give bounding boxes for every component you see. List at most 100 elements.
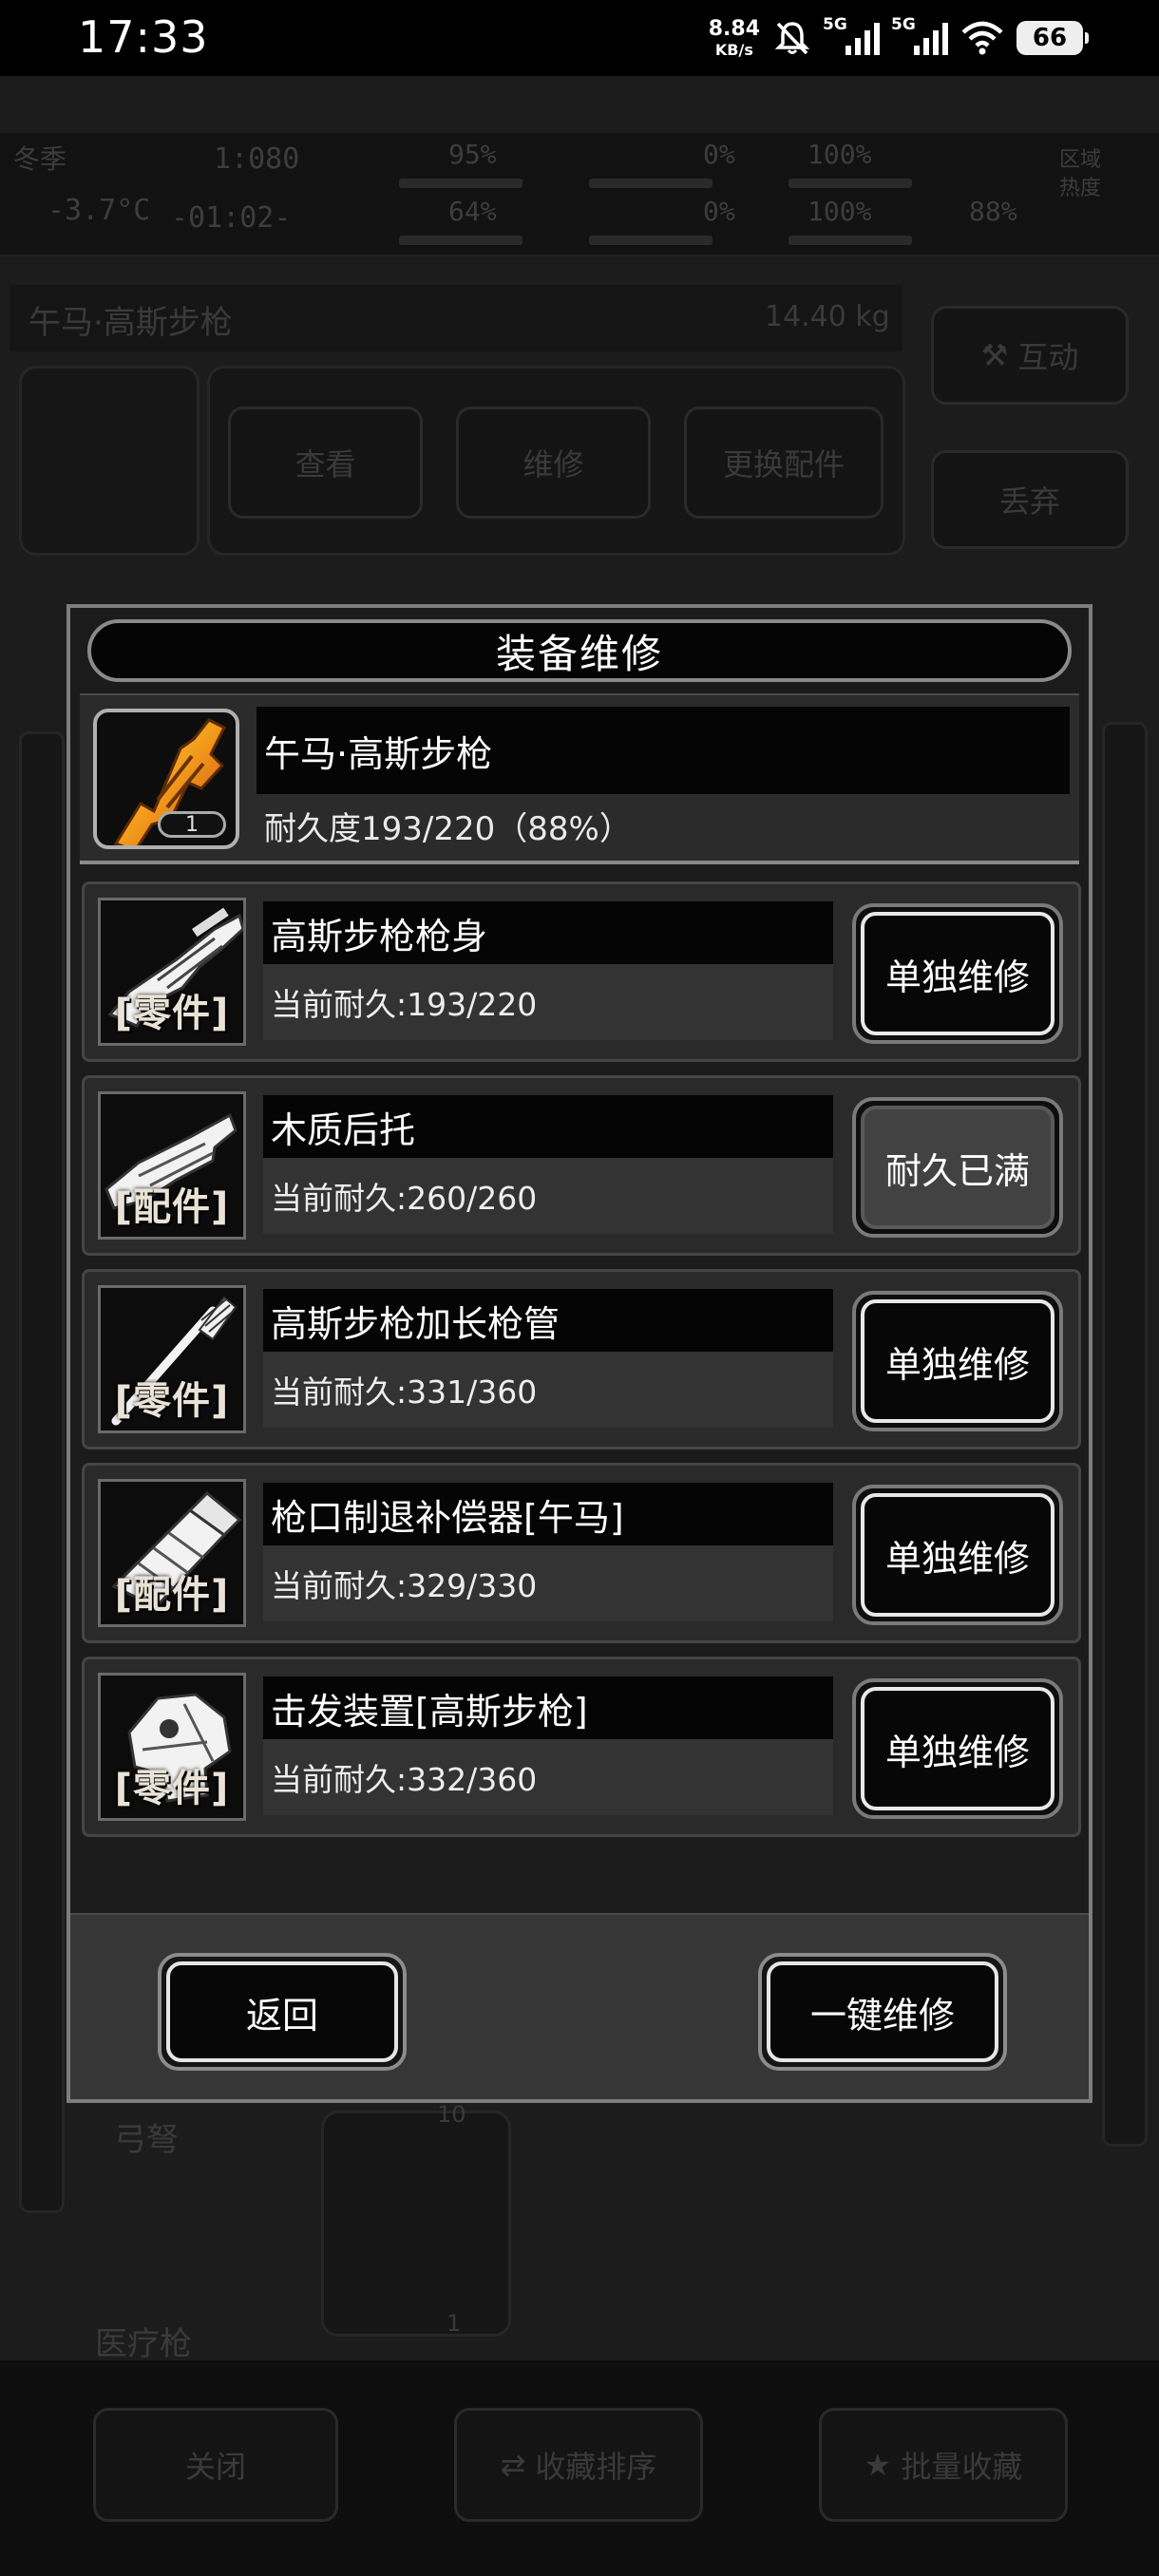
- parts-list: [零件] 高斯步枪枪身 当前耐久:193/220 单独维修 [配件] 木质后托 …: [82, 881, 1081, 1850]
- signal-icon: 5G: [891, 15, 948, 55]
- back-button-label: 返回: [166, 1961, 398, 2062]
- dialog-title: 装备维修: [495, 630, 663, 677]
- bg-item-title-bar: 午马·高斯步枪 14.40 kg: [10, 285, 902, 351]
- gauss-rifle-icon[interactable]: 1: [93, 709, 239, 849]
- bg-side-medgun: 医疗枪: [95, 2325, 192, 2363]
- hud-timer: -01:02-: [171, 201, 292, 235]
- hud-stat: 100%: [808, 139, 872, 170]
- hammer-icon: ⚒: [980, 337, 1009, 373]
- part-name: 枪口制退补偿器[午马]: [263, 1483, 833, 1545]
- repair-part-label: 单独维修: [861, 1299, 1054, 1423]
- bg-bottom-bar: 关闭 ⇄ 收藏排序 ★ 批量收藏: [0, 2360, 1159, 2576]
- part-durability: 当前耐久:193/220: [263, 964, 833, 1040]
- repair-part-button[interactable]: 单独维修: [852, 1678, 1063, 1819]
- bg-interact-label: 互动: [1017, 339, 1079, 375]
- arrows-icon: ⇄: [500, 2447, 526, 2483]
- bg-item-weight: 14.40 kg: [765, 300, 890, 333]
- hud-bar: [589, 179, 712, 188]
- repair-all-button[interactable]: 一键维修: [758, 1953, 1007, 2071]
- part-durability: 当前耐久:260/260: [263, 1158, 833, 1234]
- hud-bar: [788, 179, 912, 188]
- part-durability: 当前耐久:332/360: [263, 1739, 833, 1815]
- part-name: 击发装置[高斯步枪]: [263, 1676, 833, 1739]
- muzzle-brake-icon[interactable]: [配件]: [98, 1479, 246, 1627]
- hud-bar: [788, 236, 912, 245]
- bg-sort-button: ⇄ 收藏排序: [454, 2408, 703, 2522]
- part-name: 木质后托: [263, 1095, 833, 1158]
- hud-stat: 0%: [703, 139, 735, 170]
- durability-full-label: 耐久已满: [861, 1106, 1054, 1229]
- part-name: 高斯步枪加长枪管: [263, 1289, 833, 1352]
- part-row: [配件] 木质后托 当前耐久:260/260 耐久已满: [82, 1075, 1081, 1256]
- battery-icon: 66: [1016, 21, 1089, 55]
- part-durability: 当前耐久:329/330: [263, 1545, 833, 1621]
- bg-slot-count: 1: [446, 2310, 462, 2337]
- dialog-footer: 返回 一键维修: [70, 1913, 1089, 2099]
- dialog-title-bar: 装备维修: [87, 619, 1072, 682]
- repair-part-label: 单独维修: [861, 1493, 1054, 1617]
- status-bar: 17:33 8.84 KB/s 5G 5G 66: [0, 0, 1159, 76]
- hud-season: 冬季: [13, 143, 67, 175]
- bg-inventory-slot: [321, 2111, 511, 2337]
- part-tag: [零件]: [114, 1767, 230, 1810]
- bg-sort-label: 收藏排序: [535, 2449, 657, 2485]
- hud-stat: 95%: [448, 139, 497, 170]
- status-time: 17:33: [78, 11, 209, 63]
- item-durability: 耐久度193/220（88%）: [256, 794, 1070, 857]
- hud-temperature: -3.7°C: [48, 194, 151, 227]
- hud-zone-heat: 区域热度: [1059, 148, 1102, 200]
- hud-bar: [589, 236, 712, 245]
- part-row: [配件] 枪口制退补偿器[午马] 当前耐久:329/330 单独维修: [82, 1463, 1081, 1643]
- bg-side-crossbow: 弓弩: [114, 2121, 179, 2159]
- bg-stack-count: 10: [437, 2101, 466, 2128]
- wifi-icon: [961, 21, 1003, 55]
- repair-part-button[interactable]: 单独维修: [852, 1291, 1063, 1431]
- bg-batch-button: ★ 批量收藏: [819, 2408, 1068, 2522]
- bg-interact-button: ⚒ 互动: [931, 306, 1129, 405]
- network-speed: 8.84 KB/s: [708, 16, 760, 59]
- network-speed-value: 8.84: [708, 16, 760, 41]
- back-button[interactable]: 返回: [158, 1953, 407, 2071]
- bg-discard-button: 丢弃: [931, 450, 1129, 549]
- network-speed-unit: KB/s: [714, 40, 753, 59]
- part-tag: [配件]: [114, 1185, 230, 1229]
- hud-bar: 冬季 -3.7°C 1:080 -01:02- 95% 64% 0% 0% 10…: [0, 133, 1159, 256]
- bg-view-button: 查看: [228, 407, 423, 519]
- bg-item-title: 午马·高斯步枪: [28, 304, 233, 342]
- bg-swap-button: 更换配件: [684, 407, 884, 519]
- part-row: [零件] 高斯步枪加长枪管 当前耐久:331/360 单独维修: [82, 1269, 1081, 1449]
- repair-dialog: 装备维修 1 午马·高斯步枪 耐久度193/220（88%） [零件] 高斯步枪…: [66, 604, 1092, 2103]
- part-tag: [零件]: [114, 992, 230, 1035]
- barrel-icon[interactable]: [零件]: [98, 1285, 246, 1433]
- hud-stat: 100%: [808, 196, 872, 227]
- durability-full-button[interactable]: 耐久已满: [852, 1097, 1063, 1238]
- bg-item-icon: [19, 366, 200, 556]
- signal-icon: 5G: [823, 15, 880, 55]
- hud-bar: [399, 179, 522, 188]
- bg-right-list: [1102, 722, 1148, 2147]
- wooden-stock-icon[interactable]: [配件]: [98, 1091, 246, 1240]
- repair-part-button[interactable]: 单独维修: [852, 903, 1063, 1044]
- part-durability: 当前耐久:331/360: [263, 1352, 833, 1428]
- repair-part-label: 单独维修: [861, 1687, 1054, 1810]
- hud-stat: 64%: [448, 196, 497, 227]
- bg-side-list: [19, 731, 65, 2213]
- part-row: [零件] 击发装置[高斯步枪] 当前耐久:332/360 单独维修: [82, 1657, 1081, 1837]
- hud-clock: 1:080: [214, 142, 300, 176]
- bg-batch-label: 批量收藏: [901, 2449, 1023, 2485]
- bell-muted-icon: [774, 22, 810, 55]
- rifle-body-icon[interactable]: [零件]: [98, 898, 246, 1046]
- hud-stat: 88%: [969, 196, 1017, 227]
- part-tag: [零件]: [114, 1379, 230, 1423]
- repair-all-button-label: 一键维修: [767, 1961, 998, 2062]
- status-icons: 8.84 KB/s 5G 5G 66: [708, 9, 1089, 66]
- item-count-badge: 1: [158, 811, 226, 838]
- firing-mechanism-icon[interactable]: [零件]: [98, 1673, 246, 1821]
- bg-close-button: 关闭: [93, 2408, 338, 2522]
- star-icon: ★: [864, 2447, 892, 2483]
- hud-bar: [399, 236, 522, 245]
- item-name: 午马·高斯步枪: [256, 707, 1070, 794]
- repair-part-button[interactable]: 单独维修: [852, 1485, 1063, 1625]
- part-name: 高斯步枪枪身: [263, 901, 833, 964]
- part-row: [零件] 高斯步枪枪身 当前耐久:193/220 单独维修: [82, 881, 1081, 1062]
